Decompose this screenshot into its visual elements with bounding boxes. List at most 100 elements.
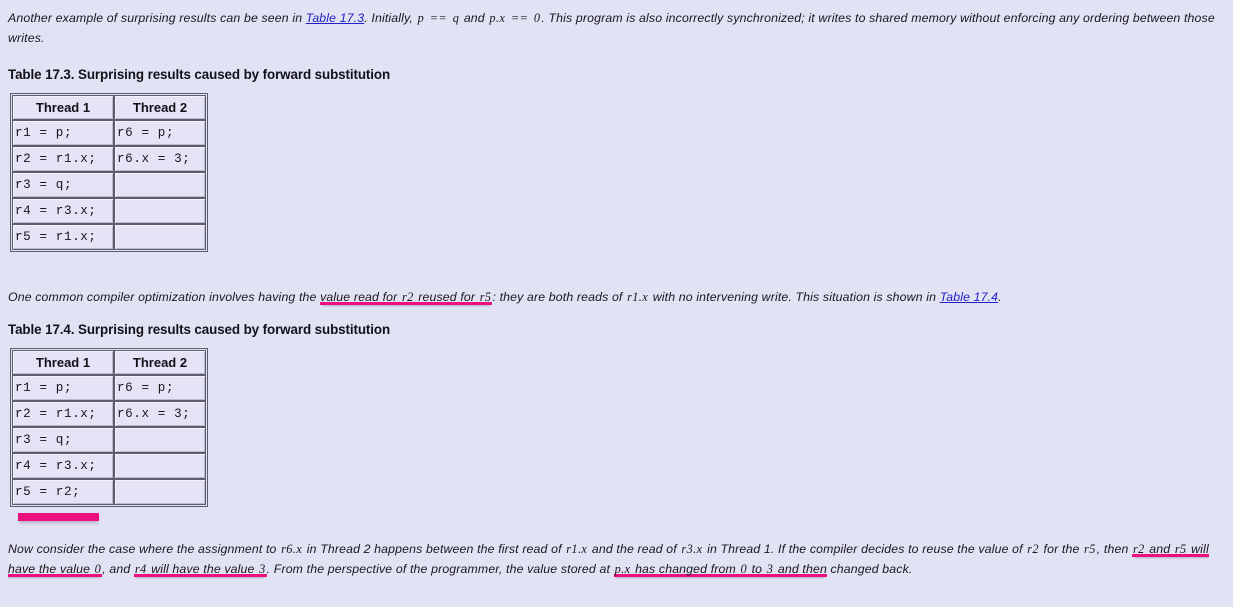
code-r5: r5 [1084,542,1096,556]
cell-thread2-stmt-5 [114,479,206,505]
table-row: r3 = q; [12,427,206,453]
column-header-thread-1: Thread 1 [12,95,114,120]
highlight-text-and-then: and then [774,562,827,576]
code-r2: r2 [1027,542,1039,556]
cell-thread1-stmt-1: r1 = p; [12,120,114,146]
table-row: r5 = r2; [12,479,206,505]
highlight-value-read-reuse: value read for r2 reused for r5 [320,290,493,305]
column-header-thread-2: Thread 2 [114,95,206,120]
cell-thread1-stmt-5: r5 = r1.x; [12,224,114,250]
link-table-17-3[interactable]: Table 17.3 [306,11,364,25]
code-r2: r2 [401,290,414,304]
table-17-4: Thread 1 Thread 2 r1 = p; r6 = p; r2 = r… [10,348,208,507]
highlight-text-changed-from: has changed from [631,562,740,576]
final-paragraph: Now consider the case where the assignme… [0,539,1233,579]
table-row: r1 = p; r6 = p; [12,120,206,146]
cell-thread1-stmt-4: r4 = r3.x; [12,453,114,479]
highlight-text-1: value read for [320,290,401,304]
code-r3-x: r3.x [681,542,703,556]
table-17-4-wrapper: Thread 1 Thread 2 r1 = p; r6 = p; r2 = r… [0,337,1233,507]
spacer-before-caption-2 [0,307,1233,322]
code-r1-x: r1.x [627,290,649,304]
table-row: r2 = r1.x; r6.x = 3; [12,401,206,427]
column-header-thread-2: Thread 2 [114,350,206,375]
cell-thread1-stmt-4: r4 = r3.x; [12,198,114,224]
code-p: p [417,11,425,25]
cell-thread1-stmt-5: r5 = r2; [12,479,114,505]
table-header-row: Thread 1 Thread 2 [12,95,206,120]
table-row: r4 = r3.x; [12,453,206,479]
cell-thread1-stmt-2: r2 = r1.x; [12,401,114,427]
cell-thread1-stmt-3: r3 = q; [12,172,114,198]
code-q: q [452,11,460,25]
highlight-bar-wrapper [0,507,1233,521]
table-row: r4 = r3.x; [12,198,206,224]
table-header-row: Thread 1 Thread 2 [12,350,206,375]
cell-thread2-stmt-4 [114,453,206,479]
table-17-3: Thread 1 Thread 2 r1 = p; r6 = p; r2 = r… [10,93,208,252]
cell-thread1-stmt-3: r3 = q; [12,427,114,453]
code-to-value-3: 3 [766,562,774,576]
cell-thread2-stmt-3 [114,172,206,198]
column-header-thread-1: Thread 1 [12,350,114,375]
cell-thread2-stmt-2: r6.x = 3; [114,146,206,172]
caption-table-17-4: Table 17.4. Surprising results caused by… [8,322,391,337]
middle-text-1: One common compiler optimization involve… [8,290,321,304]
cell-thread1-stmt-2: r2 = r1.x; [12,146,114,172]
cell-thread2-stmt-1: r6 = p; [114,120,206,146]
final-text-3: and the read of [588,542,681,556]
code-eqeq-2: == [510,11,529,25]
highlight-p-x-changed: p.x has changed from 0 to 3 and then [613,562,827,577]
code-from-value-0: 0 [740,562,748,576]
spacer-after-table-1 [0,252,1233,287]
code-r5: r5 [479,290,492,304]
cell-thread2-stmt-2: r6.x = 3; [114,401,206,427]
table-17-3-wrapper: Thread 1 Thread 2 r1 = p; r6 = p; r2 = r… [0,82,1233,252]
middle-paragraph: One common compiler optimization involve… [0,287,1233,307]
highlight-text-will-have-2: will have the value [147,562,259,576]
caption-table-17-3: Table 17.3. Surprising results caused by… [8,67,391,82]
code-r4-highlight: r4 [134,562,147,576]
intro-text-2: . Initially, [364,11,417,25]
middle-text-4: . [998,290,1002,304]
cell-thread2-stmt-5 [114,224,206,250]
code-value-3: 3 [259,562,266,576]
cell-thread2-stmt-3 [114,427,206,453]
link-table-17-4[interactable]: Table 17.4 [940,290,998,304]
cell-thread2-stmt-4 [114,198,206,224]
intro-paragraph: Another example of surprising results ca… [0,0,1233,48]
final-text-5: for the [1039,542,1084,556]
final-text-6: , then [1096,542,1132,556]
table-row: r1 = p; r6 = p; [12,375,206,401]
intro-text-1: Another example of surprising results ca… [8,11,306,25]
middle-text-2: : they are both reads of [492,290,627,304]
code-r5-highlight: r5 [1174,542,1187,556]
final-text-9: changed back. [826,562,913,576]
code-value-0: 0 [94,562,102,576]
highlight-bar-r5-row [18,513,99,521]
cell-thread2-stmt-1: r6 = p; [114,375,206,401]
code-eqeq-1: == [429,11,448,25]
highlight-text-to: to [748,562,766,576]
code-r6-x: r6.x [281,542,303,556]
spacer-before-caption-1 [0,48,1233,67]
code-r2-highlight: r2 [1133,542,1145,556]
final-text-2: in Thread 2 happens between the first re… [303,542,566,556]
cell-thread1-stmt-1: r1 = p; [12,375,114,401]
final-text-4: in Thread 1. If the compiler decides to … [703,542,1027,556]
code-p-x: p.x [489,11,506,25]
intro-text-3: and [460,11,489,25]
highlight-text-2: reused for [414,290,479,304]
table-row: r5 = r1.x; [12,224,206,250]
highlight-r4-value-3: r4 will have the value 3 [133,562,267,577]
middle-text-3: with no intervening write. This situatio… [649,290,940,304]
final-text-7: , and [102,562,134,576]
highlight-text-and: and [1145,542,1174,556]
code-p-x-highlight: p.x [614,562,631,576]
code-r1-x: r1.x [566,542,588,556]
table-row: r3 = q; [12,172,206,198]
spacer-after-table-2 [0,521,1233,539]
final-text-8: . From the perspective of the programmer… [266,562,614,576]
final-text-1: Now consider the case where the assignme… [8,542,281,556]
table-row: r2 = r1.x; r6.x = 3; [12,146,206,172]
